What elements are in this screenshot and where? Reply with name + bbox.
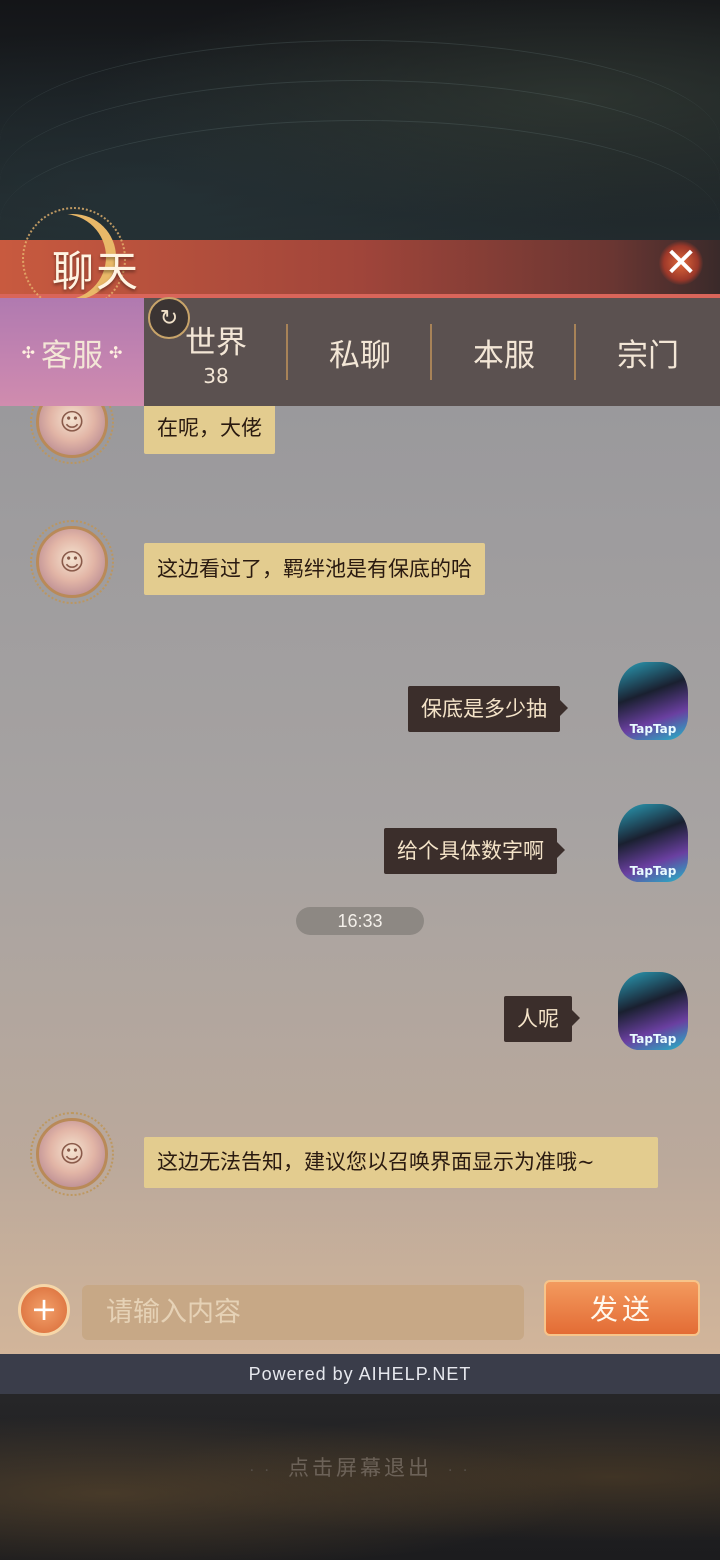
exit-hint[interactable]: · · 点击屏幕退出 · · xyxy=(0,1452,720,1482)
exit-hint-decoration: · · xyxy=(448,1463,471,1479)
avatar-image: ☺ xyxy=(36,526,108,598)
close-icon: ✕ xyxy=(664,240,698,286)
powered-by-footer: Powered by AIHELP.NET xyxy=(0,1354,720,1394)
message-bubble-agent: 这边无法告知，建议您以召唤界面显示为准哦~ xyxy=(144,1137,658,1188)
message-bubble-user: 人呢 xyxy=(504,996,580,1042)
message-bubble-user: 给个具体数字啊 xyxy=(384,828,565,874)
timestamp-badge: 16:33 xyxy=(296,907,424,935)
tab-label: 世界 xyxy=(185,324,247,361)
user-avatar: TapTap xyxy=(612,970,694,1052)
avatar-image: TapTap xyxy=(618,662,688,740)
support-agent-avatar: ☺ xyxy=(30,1112,114,1196)
send-button[interactable]: 发送 xyxy=(544,1280,700,1336)
user-avatar: TapTap xyxy=(612,802,694,884)
tab-private-chat[interactable]: 私聊 xyxy=(288,298,432,406)
channel-tabs: ✣ 客服 ✣ 世界 38 私聊 本服 宗门 xyxy=(0,298,720,406)
user-avatar: TapTap xyxy=(612,660,694,742)
tab-label: 本服 xyxy=(473,337,535,374)
exit-hint-label: 点击屏幕退出 xyxy=(288,1456,432,1480)
message-input[interactable] xyxy=(82,1285,524,1340)
refresh-icon[interactable]: ↻ xyxy=(148,297,190,339)
tab-sect[interactable]: 宗门 xyxy=(576,298,720,406)
tab-customer-service[interactable]: ✣ 客服 ✣ xyxy=(0,298,144,406)
message-bubble-agent: 这边看过了，羁绊池是有保底的哈 xyxy=(144,543,485,595)
plus-icon[interactable]: + xyxy=(18,1284,70,1336)
tab-label: 宗门 xyxy=(617,337,679,374)
star-icon: ✣ xyxy=(109,342,123,362)
close-button[interactable]: ✕ xyxy=(650,236,712,290)
top-backdrop xyxy=(0,0,720,245)
message-bubble-user: 保底是多少抽 xyxy=(408,686,568,732)
avatar-image: ☺ xyxy=(36,1118,108,1190)
support-agent-avatar: ☺ xyxy=(30,520,114,604)
tab-label: 客服 xyxy=(41,337,103,374)
tab-server[interactable]: 本服 xyxy=(432,298,576,406)
online-count: 38 xyxy=(203,363,229,388)
message-bubble-agent: 在呢，大佬 xyxy=(144,402,275,454)
tab-label: 私聊 xyxy=(329,337,391,374)
exit-hint-decoration: · · xyxy=(249,1463,272,1479)
page-title: 聊天 xyxy=(52,247,141,296)
avatar-image: TapTap xyxy=(618,972,688,1050)
avatar-image: TapTap xyxy=(618,804,688,882)
star-icon: ✣ xyxy=(21,342,35,362)
